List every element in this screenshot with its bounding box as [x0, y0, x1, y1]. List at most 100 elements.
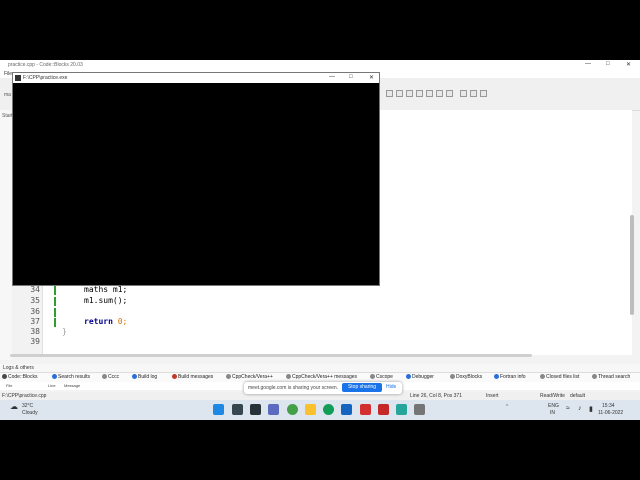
tab-label: Debugger [412, 374, 434, 380]
change-marker [54, 318, 56, 327]
windows-start-icon[interactable] [213, 404, 224, 415]
document-icon [286, 374, 291, 379]
toolbar-button[interactable] [470, 90, 477, 97]
codeblocks-icon [2, 374, 7, 379]
ide-window-title: practice.cpp - Code::Blocks 20.03 [8, 62, 83, 68]
chevron-up-icon[interactable]: ˆ [506, 405, 508, 412]
clock-time[interactable]: 15:34 [602, 403, 615, 409]
status-position: Line 26, Col 8, Pos 371 [410, 393, 462, 399]
code-line: } [62, 327, 67, 336]
return-value: 0; [117, 317, 128, 326]
toolbar-button[interactable] [386, 90, 393, 97]
acrobat-icon[interactable] [360, 404, 371, 415]
wifi-icon[interactable]: ≈ [566, 405, 570, 412]
stop-sharing-button[interactable]: Stop sharing [342, 383, 382, 392]
tab-label: CppCheck/Vera++ messages [292, 374, 358, 380]
hide-button[interactable]: Hide [386, 384, 396, 390]
console-title: F:\CPP\practice.exe [23, 75, 68, 81]
logs-title: Logs & others [3, 365, 34, 371]
temperature[interactable]: 32°C [22, 403, 33, 409]
code-line: return 0; [84, 317, 127, 326]
horizontal-scrollbar[interactable] [10, 354, 532, 357]
change-marker [54, 286, 56, 295]
weather-icon: ☁ [10, 402, 18, 411]
status-mode: Insert [486, 393, 499, 399]
tab-debugger[interactable]: Debugger [406, 374, 434, 380]
toolbar-button[interactable] [460, 90, 467, 97]
console-icon [15, 75, 21, 81]
line-number: 39 [30, 337, 40, 346]
volume-icon[interactable]: ♪ [578, 405, 582, 412]
search-icon [52, 374, 57, 379]
tab-label: Cscope [376, 374, 393, 380]
chat-icon[interactable] [268, 404, 279, 415]
toolbar-button[interactable] [416, 90, 423, 97]
toolbar-button[interactable] [396, 90, 403, 97]
search-icon [592, 374, 597, 379]
column-message[interactable]: Message [64, 383, 80, 388]
tab-label: Cccc [108, 374, 120, 380]
chrome-icon[interactable] [287, 404, 298, 415]
screen-share-banner: meet.google.com is sharing your screen. … [244, 382, 402, 394]
toolbar-button[interactable] [406, 90, 413, 97]
minimize-icon[interactable]: — [585, 61, 591, 67]
tab-closed-files[interactable]: Closed files list [540, 374, 579, 380]
clock-date[interactable]: 11-06-2022 [598, 410, 623, 416]
tab-cscope[interactable]: Cscope [370, 374, 393, 380]
task-view-icon[interactable] [250, 404, 261, 415]
line-number: 38 [30, 327, 40, 336]
tab-label: DoxyBlocks [456, 374, 483, 380]
console-title-bar: F:\CPP\practice.exe — □ ✕ [13, 73, 379, 83]
tab-cppcheck[interactable]: CppCheck/Vera++ [226, 374, 273, 380]
tab-search-results[interactable]: Search results [52, 374, 90, 380]
tab-doxyblocks[interactable]: DoxyBlocks [450, 374, 482, 380]
app-icon[interactable] [378, 404, 389, 415]
battery-icon[interactable]: ▮ [589, 405, 593, 413]
tab-cccc[interactable]: Cccc [102, 374, 119, 380]
close-icon[interactable]: ✕ [626, 61, 631, 68]
column-file[interactable]: File [6, 383, 12, 388]
close-icon[interactable]: ✕ [369, 74, 374, 81]
desktop-screen: practice.cpp - Code::Blocks 20.03 — □ ✕ … [0, 60, 640, 420]
app-icon[interactable] [341, 404, 352, 415]
column-line[interactable]: Line [48, 383, 56, 388]
vertical-scrollbar[interactable] [630, 215, 634, 315]
search-icon[interactable] [232, 404, 243, 415]
toolbar-button[interactable] [436, 90, 443, 97]
status-access: Read/Write [540, 393, 565, 399]
document-icon [450, 374, 455, 379]
file-explorer-icon[interactable] [305, 404, 316, 415]
console-window[interactable]: F:\CPP\practice.exe — □ ✕ [12, 72, 380, 286]
toolbar-button[interactable] [480, 90, 487, 97]
tab-cppcheck-messages[interactable]: CppCheck/Vera++ messages [286, 374, 357, 380]
line-number: 34 [30, 285, 40, 294]
tab-thread-search[interactable]: Thread search [592, 374, 630, 380]
codeblocks-icon[interactable] [414, 404, 425, 415]
maximize-icon[interactable]: □ [606, 61, 610, 67]
tab-code-blocks[interactable]: Code::Blocks [2, 374, 37, 380]
region[interactable]: IN [550, 410, 555, 416]
code-line: maths m1; [84, 285, 128, 294]
change-marker [54, 308, 56, 317]
start-tab[interactable]: Start [2, 113, 13, 119]
code-line: m1.sum(); [84, 296, 128, 305]
tab-label: Build messages [178, 374, 214, 380]
maximize-icon[interactable]: □ [349, 74, 353, 80]
tab-label: Code::Blocks [8, 374, 38, 380]
tab-fortran-info[interactable]: Fortran info [494, 374, 526, 380]
language[interactable]: ENG [548, 403, 559, 409]
tab-label: Fortran info [500, 374, 526, 380]
minimize-icon[interactable]: — [329, 74, 335, 80]
toolbar-button[interactable] [426, 90, 433, 97]
line-number: 37 [30, 317, 40, 326]
app-icon[interactable] [396, 404, 407, 415]
toolbar-button[interactable] [446, 90, 453, 97]
tab-build-log[interactable]: Build log [132, 374, 157, 380]
return-keyword: return [84, 317, 113, 326]
document-icon [226, 374, 231, 379]
weather-text[interactable]: Cloudy [22, 410, 38, 416]
menu-file[interactable]: File [4, 71, 12, 77]
tab-label: Closed files list [546, 374, 580, 380]
edge-icon[interactable] [323, 404, 334, 415]
tab-build-messages[interactable]: Build messages [172, 374, 213, 380]
